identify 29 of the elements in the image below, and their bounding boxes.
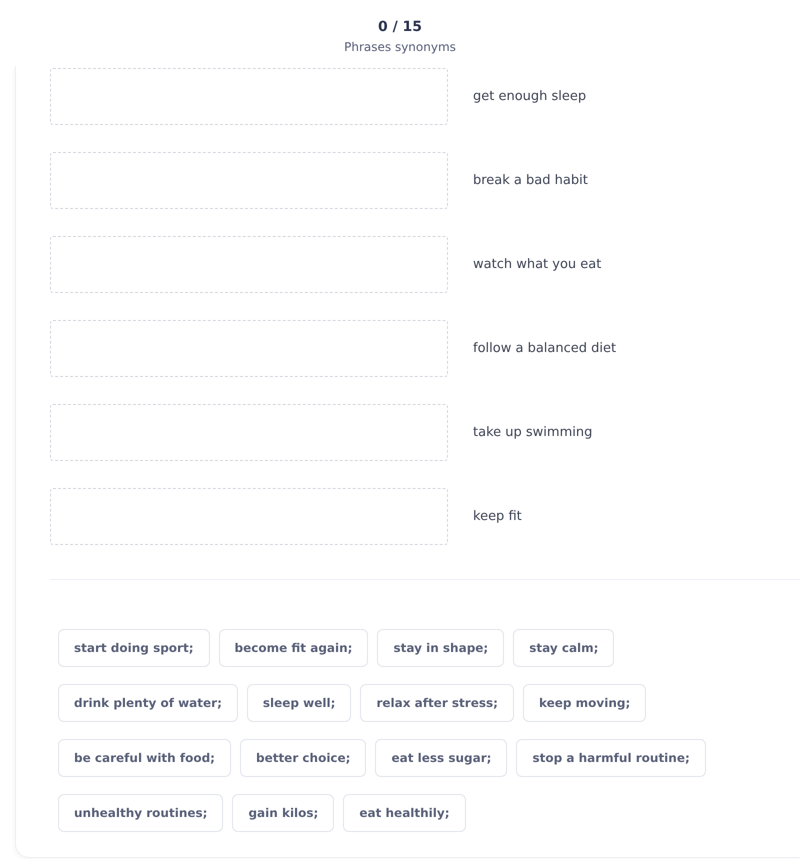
word-chip[interactable]: start doing sport;: [58, 629, 210, 667]
drop-zone[interactable]: [50, 152, 448, 209]
word-chip[interactable]: relax after stress;: [360, 684, 514, 722]
drop-zone[interactable]: [50, 68, 448, 125]
word-chip[interactable]: be careful with food;: [58, 739, 231, 777]
word-chip[interactable]: eat less sugar;: [375, 739, 508, 777]
word-chip[interactable]: keep moving;: [522, 684, 646, 722]
word-chip[interactable]: become fit again;: [218, 629, 368, 667]
phrase-label: break a bad habit: [473, 172, 588, 190]
progress-counter: 0 / 15: [378, 18, 422, 36]
phrase-label: keep fit: [473, 508, 522, 526]
phrase-label: get enough sleep: [473, 88, 586, 106]
word-chip[interactable]: unhealthy routines;: [58, 794, 224, 832]
word-chip[interactable]: stay in shape;: [377, 629, 504, 667]
word-chip[interactable]: stop a harmful routine;: [516, 739, 706, 777]
phrase-label: watch what you eat: [473, 256, 602, 274]
drop-zone[interactable]: [50, 488, 448, 545]
word-chip[interactable]: eat healthily;: [343, 794, 466, 832]
word-chip[interactable]: better choice;: [240, 739, 366, 777]
phrase-label: follow a balanced diet: [473, 340, 616, 358]
drop-zone[interactable]: [50, 404, 448, 461]
word-chip[interactable]: stay calm;: [513, 629, 614, 667]
exercise-title: Phrases synonyms: [344, 39, 456, 56]
word-chip[interactable]: sleep well;: [246, 684, 352, 722]
phrase-label: take up swimming: [473, 424, 592, 442]
word-chip[interactable]: gain kilos;: [232, 794, 334, 832]
drop-zone[interactable]: [50, 236, 448, 293]
word-chip[interactable]: drink plenty of water;: [58, 684, 238, 722]
drop-zone[interactable]: [50, 320, 448, 377]
